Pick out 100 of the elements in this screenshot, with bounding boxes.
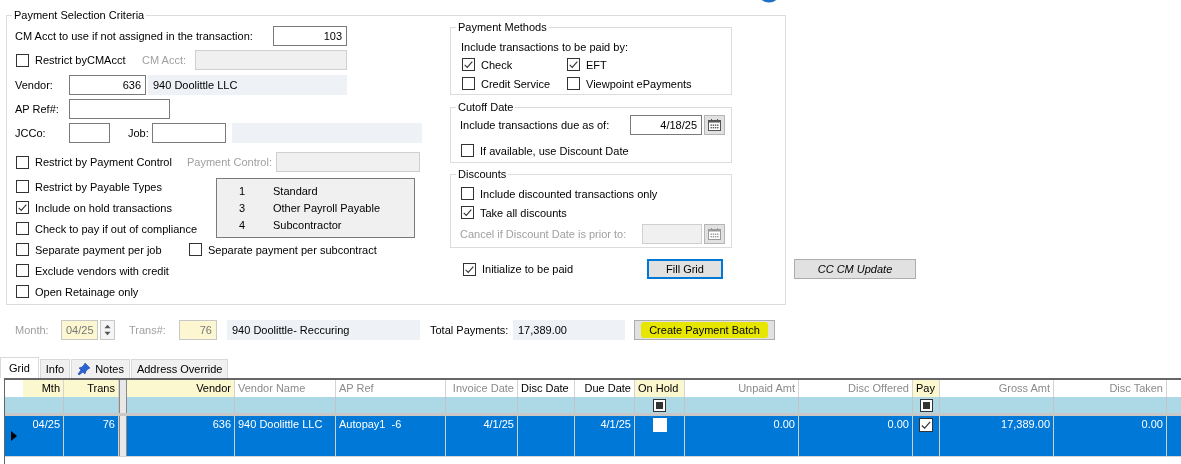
group-title: Discounts (456, 168, 509, 181)
checkbox-label: Include on hold transactions (35, 201, 172, 214)
month-field[interactable]: 04/25 (61, 320, 98, 340)
checkbox[interactable] (462, 58, 475, 71)
group-title: Cutoff Date (456, 101, 516, 114)
field-label: Payment Control: (187, 156, 273, 168)
checkbox[interactable] (652, 418, 667, 432)
checkbox[interactable] (16, 201, 29, 214)
checkbox[interactable] (567, 58, 580, 71)
checkbox[interactable] (16, 264, 29, 277)
table-cell: 636 (212, 418, 231, 430)
table-cell: 4/1/25 (600, 418, 631, 430)
select-all-checkbox[interactable] (653, 398, 666, 412)
checkbox-label: Restrict by Payable Types (35, 180, 162, 193)
input-field[interactable]: 636 (69, 75, 146, 95)
table-cell: 04/25 (32, 418, 60, 430)
field-label: Include transactions due as of: (460, 119, 611, 131)
field-label: JCCo: (15, 127, 47, 139)
prompt-text: Include transactions to be paid by: (461, 40, 629, 55)
checkbox[interactable] (567, 77, 580, 90)
frozen-splitter[interactable] (119, 397, 127, 413)
vendor-name: 940 Doolittle LLC (148, 75, 347, 95)
checkbox-label: Check (481, 58, 513, 71)
checkbox[interactable] (16, 222, 29, 235)
checkbox[interactable] (461, 206, 474, 219)
column-header[interactable]: Trans (64, 380, 119, 397)
fill-grid-button[interactable]: Fill Grid (647, 259, 723, 279)
table-cell: 4/1/25 (483, 418, 514, 430)
checkbox[interactable] (16, 243, 29, 256)
cc-cm-update-button[interactable]: CC CM Update (794, 259, 916, 279)
column-header[interactable]: Pay (913, 380, 940, 397)
field-label: Job: (128, 127, 150, 139)
input-field[interactable] (69, 99, 170, 119)
total-value: 17,389.00 (513, 320, 625, 340)
field-label: AP Ref#: (15, 103, 60, 115)
checkbox-label: If available, use Discount Date (480, 144, 629, 157)
input-field[interactable] (69, 123, 110, 143)
table-cell: 17,389.00 (1001, 418, 1050, 430)
checkbox-label: Open Retainage only (35, 285, 139, 298)
checkbox-label: Check to pay if out of compliance (35, 222, 198, 235)
checkbox-label: Separate payment per subcontract (208, 243, 377, 256)
tab[interactable]: Address Override (130, 359, 229, 378)
type-code: 1 (238, 184, 247, 199)
checkbox[interactable] (189, 243, 202, 256)
date-field[interactable]: 4/18/25 (630, 115, 702, 135)
calendar-icon (708, 228, 721, 240)
checkbox-label: Restrict byCMAcct (35, 54, 126, 66)
field-label: Total Payments: (430, 324, 510, 336)
tab[interactable]: Info (39, 359, 71, 378)
checkbox[interactable] (462, 77, 475, 90)
column-header[interactable]: Disc Date (518, 380, 575, 397)
select-all-checkbox[interactable] (919, 398, 933, 412)
tab[interactable]: Grid (0, 357, 39, 378)
table-cell: Autopay1 -6 (339, 418, 402, 430)
checkbox-label: Include discounted transactions only (480, 187, 658, 200)
checkbox-label: Viewpoint ePayments (586, 77, 692, 90)
checkbox[interactable] (16, 180, 29, 193)
table-cell: 0.00 (1141, 418, 1163, 430)
type-code: 3 (238, 201, 247, 216)
checkbox-label: Credit Service (481, 77, 551, 90)
group-title: Payment Methods (456, 21, 549, 34)
field-label: Month: (15, 324, 50, 336)
checkbox[interactable] (919, 418, 933, 432)
create-payment-batch-button[interactable]: Create Payment Batch (634, 320, 775, 340)
trans-field[interactable]: 76 (179, 320, 217, 340)
input-field[interactable]: 103 (273, 26, 347, 46)
calendar-button[interactable] (704, 115, 725, 135)
type-name: Standard (273, 184, 319, 199)
checkbox[interactable] (463, 262, 476, 276)
calendar-icon (708, 119, 721, 131)
group-title: Payment Selection Criteria (12, 9, 147, 22)
column-header[interactable]: Mth (23, 380, 64, 397)
input-field[interactable] (152, 123, 226, 143)
table-cell: 0.00 (773, 418, 795, 430)
table-cell: 0.00 (887, 418, 909, 430)
batch-description: 940 Doolittle- Reccuring (227, 320, 420, 340)
field-label: CM Acct to use if not assigned in the transaction: (15, 30, 254, 42)
spinner-icon[interactable] (100, 320, 115, 340)
checkbox-label: Exclude vendors with credit (35, 264, 169, 277)
checkbox-label: Initialize to be paid (482, 263, 574, 275)
type-name: Other Payroll Payable (273, 201, 381, 216)
tab[interactable]: Notes (71, 359, 130, 378)
checkbox-label: Take all discounts (480, 206, 567, 219)
checkbox[interactable] (16, 285, 29, 298)
checkbox-label: EFT (586, 58, 607, 71)
field-label: Vendor: (15, 79, 54, 91)
frozen-splitter[interactable] (119, 416, 127, 456)
type-code: 4 (238, 218, 247, 233)
field-label: Trans#: (129, 324, 167, 336)
column-header[interactable]: On Hold (635, 380, 685, 397)
table-cell: 940 Doolittle LLC (238, 418, 323, 430)
field-label: CM Acct: (142, 54, 187, 66)
table-cell: 76 (102, 418, 115, 430)
checkbox[interactable] (461, 187, 474, 200)
frozen-splitter[interactable] (119, 380, 127, 397)
checkbox-label: Restrict by Payment Control (35, 156, 172, 168)
payable-types-list[interactable]: 1 Standard 3 Other Payroll Payable 4 Subcontractor (216, 178, 415, 238)
field-label: Cancel if Discount Date is prior to: (460, 228, 628, 240)
column-header[interactable]: Vendor (127, 380, 235, 397)
checkbox[interactable] (461, 144, 474, 157)
